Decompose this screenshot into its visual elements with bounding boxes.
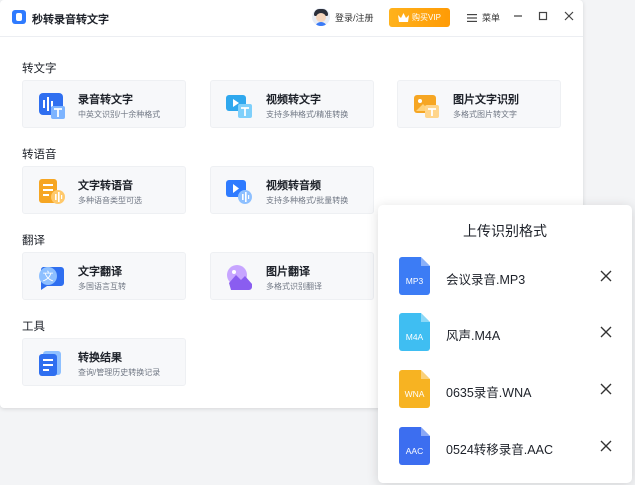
card-image-translate[interactable]: 图片翻译 多格式识别翻译 <box>210 252 374 300</box>
card-subtitle: 多种语音类型可选 <box>78 196 142 205</box>
card-text-to-speech[interactable]: 文字转语音 多种语音类型可选 <box>22 166 186 214</box>
menu-button[interactable]: 菜单 <box>467 11 500 24</box>
card-conversion-history[interactable]: 转换结果 查询/管理历史转换记录 <box>22 338 186 386</box>
section-title: 转语音 <box>22 149 57 161</box>
history-icon <box>39 351 61 376</box>
card-video-to-text[interactable]: 视频转文字 支持多种格式/精准转换 <box>210 80 374 128</box>
close-icon[interactable] <box>562 9 576 23</box>
file-name: 会议录音.MP3 <box>446 273 526 287</box>
text-to-speech-icon <box>39 179 65 204</box>
remove-file-icon[interactable] <box>600 383 612 395</box>
card-audio-to-text[interactable]: 录音转文字 中英文识别/十余种格式 <box>22 80 186 128</box>
svg-text:文: 文 <box>43 269 54 283</box>
panel-title: 上传识别格式 <box>463 223 547 239</box>
file-item[interactable]: AAC 0524转移录音.AAC <box>378 427 632 467</box>
login-label: 登录/注册 <box>335 12 374 23</box>
file-name: 0524转移录音.AAC <box>446 443 553 457</box>
app-logo-icon <box>12 10 26 24</box>
card-subtitle: 支持多种格式/批量转换 <box>266 196 349 205</box>
card-subtitle: 中英文识别/十余种格式 <box>78 110 161 119</box>
file-badge: AAC <box>406 446 423 456</box>
section-title: 工具 <box>22 321 45 333</box>
remove-file-icon[interactable] <box>600 440 612 452</box>
file-item[interactable]: WNA 0635录音.WNA <box>378 370 632 410</box>
card-text-translate[interactable]: 文 文字翻译 多国语言互转 <box>22 252 186 300</box>
section-title: 翻译 <box>22 235 45 247</box>
card-title: 录音转文字 <box>78 94 133 106</box>
image-translate-icon <box>227 265 252 290</box>
card-title: 视频转文字 <box>266 94 321 106</box>
file-item[interactable]: MP3 会议录音.MP3 <box>378 257 632 297</box>
card-title: 视频转音频 <box>266 180 321 192</box>
mp3-file-icon: MP3 <box>399 257 430 295</box>
file-name: 风声.M4A <box>446 329 501 343</box>
card-subtitle: 查询/管理历史转换记录 <box>78 368 161 377</box>
buy-vip-label: 购买VIP <box>412 13 441 22</box>
hamburger-icon <box>467 13 477 22</box>
card-subtitle: 多格式图片转文字 <box>453 110 517 119</box>
minimize-icon[interactable] <box>511 9 525 23</box>
image-ocr-icon <box>414 95 439 118</box>
card-image-ocr[interactable]: 图片文字识别 多格式图片转文字 <box>397 80 561 128</box>
file-badge: M4A <box>406 332 424 342</box>
remove-file-icon[interactable] <box>600 326 612 338</box>
upload-format-panel: 上传识别格式 MP3 会议录音.MP3 M4A 风声.M4A WNA 0635录… <box>378 205 632 483</box>
file-badge: WNA <box>405 389 425 399</box>
file-name: 0635录音.WNA <box>446 386 532 400</box>
text-translate-icon: 文 <box>39 267 64 290</box>
card-subtitle: 支持多种格式/精准转换 <box>266 110 349 119</box>
remove-file-icon[interactable] <box>600 270 612 282</box>
app-title: 秒转录音转文字 <box>32 14 109 26</box>
card-title: 文字转语音 <box>78 180 133 192</box>
video-to-text-icon <box>226 95 252 118</box>
wna-file-icon: WNA <box>399 370 430 408</box>
card-title: 转换结果 <box>78 352 122 364</box>
card-subtitle: 多国语言互转 <box>78 282 126 291</box>
file-badge: MP3 <box>406 276 424 286</box>
maximize-icon[interactable] <box>536 9 550 23</box>
title-bar: 秒转录音转文字 登录/注册 购买VIP 菜单 <box>0 0 583 37</box>
card-video-to-audio[interactable]: 视频转音频 支持多种格式/批量转换 <box>210 166 374 214</box>
buy-vip-button[interactable]: 购买VIP <box>389 8 450 27</box>
login-button[interactable]: 登录/注册 <box>312 8 374 26</box>
m4a-file-icon: M4A <box>399 313 430 351</box>
section-title: 转文字 <box>22 63 57 75</box>
video-to-audio-icon <box>226 180 252 204</box>
card-title: 文字翻译 <box>78 266 122 278</box>
crown-icon <box>398 13 410 22</box>
audio-to-text-icon <box>39 93 65 119</box>
file-item[interactable]: M4A 风声.M4A <box>378 313 632 353</box>
card-title: 图片翻译 <box>266 266 310 278</box>
card-title: 图片文字识别 <box>453 94 519 106</box>
card-subtitle: 多格式识别翻译 <box>266 282 322 291</box>
aac-file-icon: AAC <box>399 427 430 465</box>
avatar-icon <box>312 8 330 26</box>
menu-label: 菜单 <box>482 13 501 23</box>
